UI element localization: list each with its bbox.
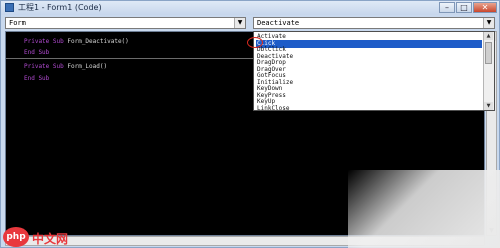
object-combo[interactable]: Form ▼	[5, 17, 246, 29]
close-button[interactable]: ✕	[473, 2, 497, 13]
code-toolbar: Form ▼ Deactivate ▼	[5, 17, 495, 30]
chevron-down-icon[interactable]: ▼	[483, 18, 494, 28]
window-title: 工程1 - Form1 (Code)	[18, 3, 102, 12]
highlight-circle	[247, 37, 263, 48]
dropdown-item[interactable]: LinkClose	[256, 105, 482, 111]
vb-app-icon	[5, 3, 14, 12]
keyword: End Sub	[24, 75, 50, 82]
blur-overlay	[348, 170, 500, 248]
code-line: Private Sub Form_Load()	[24, 63, 107, 70]
watermark: php 中文网	[0, 226, 90, 248]
minimize-button[interactable]: –	[439, 2, 455, 13]
php-logo: php	[3, 227, 29, 247]
procedure-name: Form_Deactivate()	[67, 38, 129, 45]
window-controls: – □ ✕	[439, 2, 497, 14]
code-line: End Sub	[24, 75, 49, 82]
code-line: Private Sub Form_Deactivate()	[24, 38, 129, 45]
chevron-down-icon[interactable]: ▼	[234, 18, 245, 28]
keyword: Private Sub	[24, 63, 64, 70]
code-line: End Sub	[24, 49, 49, 56]
scroll-up-icon[interactable]: ▲	[484, 32, 493, 40]
procedure-combo[interactable]: Deactivate ▼	[253, 17, 495, 29]
procedure-separator	[6, 58, 256, 59]
procedure-combo-value: Deactivate	[257, 19, 300, 27]
title-bar[interactable]: 工程1 - Form1 (Code) – □ ✕	[1, 1, 499, 15]
watermark-text: 中文网	[32, 232, 69, 246]
procedure-dropdown-list[interactable]: Activate Click DblClick Deactivate DragDrop D…	[253, 31, 495, 111]
scroll-down-icon[interactable]: ▼	[484, 102, 493, 110]
dropdown-scrollbar[interactable]: ▲ ▼	[483, 32, 494, 110]
keyword: Private Sub	[24, 38, 64, 45]
keyword: End Sub	[24, 49, 50, 56]
dropdown-scroll-thumb[interactable]	[485, 42, 492, 64]
object-combo-value: Form	[9, 19, 26, 27]
procedure-name: Form_Load()	[67, 63, 108, 70]
maximize-button[interactable]: □	[456, 2, 472, 13]
